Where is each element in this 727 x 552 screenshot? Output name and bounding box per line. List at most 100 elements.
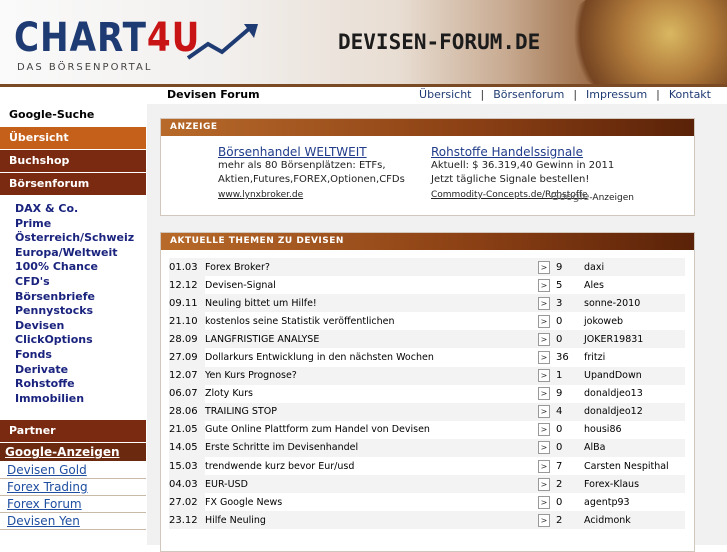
forum-link-cfds[interactable]: CFD's [15, 275, 146, 290]
topic-arrow-button[interactable]: > [538, 402, 556, 421]
topic-arrow-button[interactable]: > [538, 421, 556, 439]
topic-title[interactable]: kostenlos seine Statistik veröffentliche… [205, 312, 538, 330]
topic-arrow-button[interactable]: > [538, 276, 556, 294]
forum-link-fonds[interactable]: Fonds [15, 348, 146, 363]
topic-arrow-button[interactable]: > [538, 438, 556, 458]
table-row[interactable]: 09.11 Neuling bittet um Hilfe! >3 sonne-201… [169, 294, 685, 313]
topic-arrow-button[interactable]: > [538, 258, 556, 277]
ad-link-forex-forum[interactable]: Forex Forum [0, 496, 146, 514]
topic-title[interactable]: Yen Kurs Prognose? [205, 366, 538, 385]
forum-link-prime[interactable]: Prime [15, 217, 146, 232]
topic-title[interactable]: Neuling bittet um Hilfe! [205, 294, 538, 313]
chevron-right-icon[interactable]: > [538, 387, 550, 401]
sidebar-item-boersenforum[interactable]: Börsenforum [0, 173, 146, 196]
topic-title[interactable]: Hilfe Neuling [205, 511, 538, 530]
topic-arrow-button[interactable]: > [538, 312, 556, 330]
sidebar-item-partner[interactable]: Partner [0, 420, 146, 444]
sidebar-item-google-search[interactable]: Google-Suche [0, 104, 146, 127]
chevron-right-icon[interactable]: > [538, 260, 550, 274]
topic-arrow-button[interactable]: > [538, 457, 556, 475]
topic-title[interactable]: LANGFRISTIGE ANALYSE [205, 330, 538, 349]
topic-arrow-button[interactable]: > [538, 348, 556, 366]
chevron-right-icon[interactable]: > [538, 423, 550, 437]
table-row[interactable]: 15.03 trendwende kurz bevor Eur/usd >7 Cars… [169, 457, 685, 476]
top-link-kontakt[interactable]: Kontakt [669, 88, 711, 101]
table-row[interactable]: 12.12 Devisen-Signal >5 Ales [169, 276, 685, 295]
ad-link-forex-trading[interactable]: Forex Trading [0, 479, 146, 497]
table-row[interactable]: 28.06 TRAILING STOP >4 donaldjeo12 [169, 402, 685, 421]
topic-title[interactable]: EUR-USD [205, 475, 538, 494]
forum-link-derivate[interactable]: Derivate [15, 363, 146, 378]
ad-title[interactable]: Börsenhandel WELTWEIT [218, 145, 405, 159]
table-row[interactable]: 27.09 Dollarkurs Entwicklung in den nächs… [169, 348, 685, 367]
chevron-right-icon[interactable]: > [538, 405, 550, 419]
topic-title[interactable]: Erste Schritte im Devisenhandel [205, 438, 538, 458]
forum-link-oesterreich-schweiz[interactable]: Österreich/Schweiz [15, 231, 146, 246]
table-row[interactable]: 21.10 kostenlos seine Statistik veröffent… [169, 312, 685, 331]
ad-title[interactable]: Rohstoffe Handelssignale [431, 145, 614, 159]
table-row[interactable]: 14.05 Erste Schritte im Devisenhandel >0 Al… [169, 438, 685, 458]
google-ads-suffix: -Anzeigen [589, 193, 634, 203]
forum-link-boersenbriefe[interactable]: Börsenbriefe [15, 290, 146, 305]
ad-link-devisen-gold[interactable]: Devisen Gold [0, 462, 146, 480]
forum-link-immobilien[interactable]: Immobilien [15, 392, 146, 407]
topic-title[interactable]: Forex Broker? [205, 258, 538, 277]
chevron-right-icon[interactable]: > [538, 441, 550, 455]
google-ads-label[interactable]: Google-Anzeigen [551, 190, 634, 203]
topic-arrow-button[interactable]: > [538, 294, 556, 313]
forum-link-europa-weltweit[interactable]: Europa/Weltweit [15, 246, 146, 261]
table-row[interactable]: 27.02 FX Google News >0 agentp93 [169, 493, 685, 512]
topic-title[interactable]: Dollarkurs Entwicklung in den nächsten W… [205, 348, 538, 366]
chevron-right-icon[interactable]: > [538, 332, 550, 346]
table-row[interactable]: 04.03 EUR-USD >2 Forex-Klaus [169, 475, 685, 494]
chevron-right-icon[interactable]: > [538, 278, 550, 292]
topic-date: 15.03 [169, 457, 205, 476]
topic-title[interactable]: FX Google News [205, 493, 538, 511]
top-link-uebersicht[interactable]: Übersicht [419, 88, 471, 101]
topic-arrow-button[interactable]: > [538, 366, 556, 385]
topic-title[interactable]: Devisen-Signal [205, 276, 538, 294]
topic-arrow-button[interactable]: > [538, 511, 556, 530]
forum-link-dax[interactable]: DAX & Co. [15, 202, 146, 217]
topic-reply-count: 9 [556, 388, 563, 400]
table-row[interactable]: 12.07 Yen Kurs Prognose? >1 UpandDown [169, 366, 685, 385]
topic-arrow-button[interactable]: > [538, 475, 556, 494]
ad-lynxbroker[interactable]: Börsenhandel WELTWEIT mehr als 80 Börsen… [218, 145, 405, 200]
table-row[interactable]: 06.07 Zloty Kurs >9 donaldjeo13 [169, 384, 685, 403]
forum-link-100-chance[interactable]: 100% Chance [15, 260, 146, 275]
chevron-right-icon[interactable]: > [538, 296, 550, 310]
table-row[interactable]: 28.09 LANGFRISTIGE ANALYSE >0 JOKER19831 [169, 330, 685, 349]
forum-link-rohstoffe[interactable]: Rohstoffe [15, 377, 146, 392]
logo[interactable]: CHART4U DAS BÖRSENPORTAL [14, 18, 258, 78]
topic-title[interactable]: Gute Online Plattform zum Handel von Dev… [205, 421, 538, 439]
table-row[interactable]: 01.03 Forex Broker? >9 daxi [169, 258, 685, 277]
topic-reply-count: 2 [556, 475, 582, 494]
chevron-right-icon[interactable]: > [538, 314, 550, 328]
forum-link-devisen[interactable]: Devisen [15, 319, 146, 334]
top-link-impressum[interactable]: Impressum [586, 88, 647, 101]
topic-title[interactable]: Zloty Kurs [205, 385, 538, 403]
table-row[interactable]: 23.12 Hilfe Neuling >2 Acidmonk [169, 511, 685, 530]
sidebar-item-uebersicht[interactable]: Übersicht [0, 127, 146, 150]
topic-title[interactable]: TRAILING STOP [205, 402, 538, 421]
chevron-right-icon[interactable]: > [538, 477, 550, 491]
google-ads-heading[interactable]: Google-Anzeigen [0, 443, 146, 463]
table-row[interactable]: 21.05 Gute Online Plattform zum Handel vo… [169, 420, 685, 439]
topic-arrow-button[interactable]: > [538, 330, 556, 349]
ad-link-devisen-yen[interactable]: Devisen Yen [0, 513, 146, 531]
chevron-right-icon[interactable]: > [538, 369, 550, 383]
ad-url[interactable]: www.lynxbroker.de [218, 190, 303, 200]
globe-graphic [560, 0, 727, 84]
chevron-right-icon[interactable]: > [538, 351, 550, 365]
chevron-right-icon[interactable]: > [538, 459, 550, 473]
chevron-right-icon[interactable]: > [538, 513, 550, 527]
topic-arrow-button[interactable]: > [538, 385, 556, 403]
forum-link-clickoptions[interactable]: ClickOptions [15, 333, 146, 348]
topic-title[interactable]: trendwende kurz bevor Eur/usd [205, 457, 538, 475]
google-ads-links: Devisen Gold Forex Trading Forex Forum D… [0, 462, 146, 531]
top-link-boersenforum[interactable]: Börsenforum [493, 88, 564, 101]
chevron-right-icon[interactable]: > [538, 495, 550, 509]
forum-link-pennystocks[interactable]: Pennystocks [15, 304, 146, 319]
topic-arrow-button[interactable]: > [538, 493, 556, 511]
sidebar-item-buchshop[interactable]: Buchshop [0, 150, 146, 173]
